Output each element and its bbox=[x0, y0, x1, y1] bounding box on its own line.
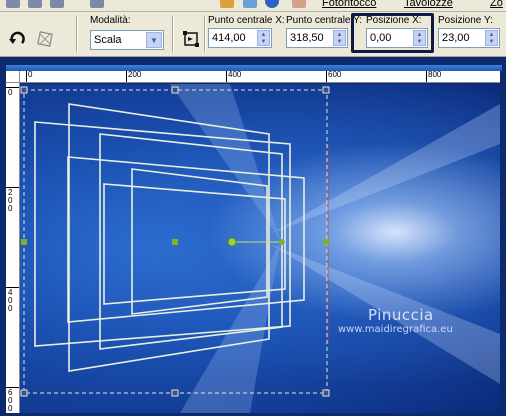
rotation-pivot-icon[interactable] bbox=[227, 237, 237, 247]
handle-top-right[interactable] bbox=[322, 86, 330, 94]
ruler-label: 600 bbox=[8, 388, 13, 413]
ruler-tick bbox=[426, 71, 427, 82]
ruler-tick bbox=[226, 71, 227, 82]
mode-value: Scala bbox=[94, 34, 122, 46]
perspective-frame-icon[interactable] bbox=[180, 28, 202, 50]
menu-zoom[interactable]: Zo bbox=[490, 0, 503, 9]
ruler-label: 200 bbox=[128, 71, 142, 79]
info-icon[interactable] bbox=[265, 0, 279, 8]
handle-bottom-right[interactable] bbox=[322, 389, 330, 397]
rotation-handle[interactable] bbox=[279, 239, 285, 245]
center-x-label: Punto centrale X: bbox=[208, 15, 285, 26]
light-rays bbox=[170, 84, 500, 413]
handle-bottom-left[interactable] bbox=[20, 389, 28, 397]
watermark-url: www.maidiregrafica.eu bbox=[338, 324, 453, 335]
spinner-arrows-icon[interactable]: ▲ ▼ bbox=[485, 30, 498, 46]
handle-center[interactable] bbox=[172, 239, 178, 245]
watermark-name: Pinuccia bbox=[368, 306, 434, 324]
toolbar-icon-5[interactable] bbox=[220, 0, 234, 8]
ruler-corner bbox=[6, 71, 20, 83]
mode-label: Modalità: bbox=[90, 15, 131, 26]
canvas-overlay bbox=[20, 84, 500, 413]
document-workspace: 0 200 400 600 800 0 200 400 600 Pinuccia… bbox=[0, 57, 506, 416]
image-canvas[interactable]: Pinuccia www.maidiregrafica.eu bbox=[20, 84, 500, 413]
ruler-label: 200 bbox=[8, 188, 13, 213]
center-y-value: 318,50 bbox=[290, 32, 324, 44]
ruler-label: 400 bbox=[228, 71, 242, 79]
ruler-label: 0 bbox=[8, 88, 13, 97]
toolbar-icon-1[interactable] bbox=[6, 0, 20, 8]
handle-top-center[interactable] bbox=[171, 86, 179, 94]
toolbar-icon-2[interactable] bbox=[28, 0, 42, 8]
rotate-left-icon[interactable] bbox=[6, 28, 28, 50]
toolbar-icon-4[interactable] bbox=[90, 0, 104, 8]
separator bbox=[172, 16, 174, 52]
toolbar-icon-6[interactable] bbox=[243, 0, 257, 8]
position-y-value: 23,00 bbox=[442, 32, 470, 44]
position-y-label: Posizione Y: bbox=[438, 15, 493, 26]
ruler-left: 0 200 400 600 bbox=[6, 83, 20, 413]
ruler-label: 0 bbox=[28, 71, 33, 79]
toolbar-icon-3[interactable] bbox=[50, 0, 64, 8]
reset-transform-icon[interactable] bbox=[34, 28, 56, 50]
toolbar-icon-7[interactable] bbox=[292, 0, 306, 8]
menu-fotoritocco[interactable]: Fotoritocco bbox=[322, 0, 376, 9]
ruler-label: 400 bbox=[8, 288, 13, 313]
chevron-down-icon[interactable]: ▼ bbox=[146, 32, 162, 48]
center-x-input[interactable]: 414,00 ▲ ▼ bbox=[208, 28, 272, 48]
center-y-input[interactable]: 318,50 ▲ ▼ bbox=[286, 28, 348, 48]
separator bbox=[204, 16, 206, 52]
ruler-tick bbox=[26, 71, 27, 82]
center-x-value: 414,00 bbox=[212, 32, 246, 44]
ruler-label: 600 bbox=[328, 71, 342, 79]
separator bbox=[76, 16, 78, 52]
ruler-label: 800 bbox=[428, 71, 442, 79]
handle-middle-left[interactable] bbox=[21, 239, 27, 245]
menu-tavolozze[interactable]: Tavolozze bbox=[404, 0, 453, 9]
handle-middle-right[interactable] bbox=[323, 239, 329, 245]
position-y-input[interactable]: 23,00 ▲ ▼ bbox=[438, 28, 500, 48]
position-x-highlight bbox=[351, 13, 434, 53]
ruler-top: 0 200 400 600 800 bbox=[20, 71, 500, 83]
spinner-arrows-icon[interactable]: ▲ ▼ bbox=[333, 30, 346, 46]
ruler-tick bbox=[126, 71, 127, 82]
mode-select[interactable]: Scala ▼ bbox=[90, 30, 164, 50]
menu-bar: Fotoritocco Tavolozze Zo bbox=[0, 0, 506, 12]
ruler-tick bbox=[326, 71, 327, 82]
handle-top-left[interactable] bbox=[20, 86, 28, 94]
handle-bottom-center[interactable] bbox=[171, 389, 179, 397]
spinner-arrows-icon[interactable]: ▲ ▼ bbox=[257, 30, 270, 46]
